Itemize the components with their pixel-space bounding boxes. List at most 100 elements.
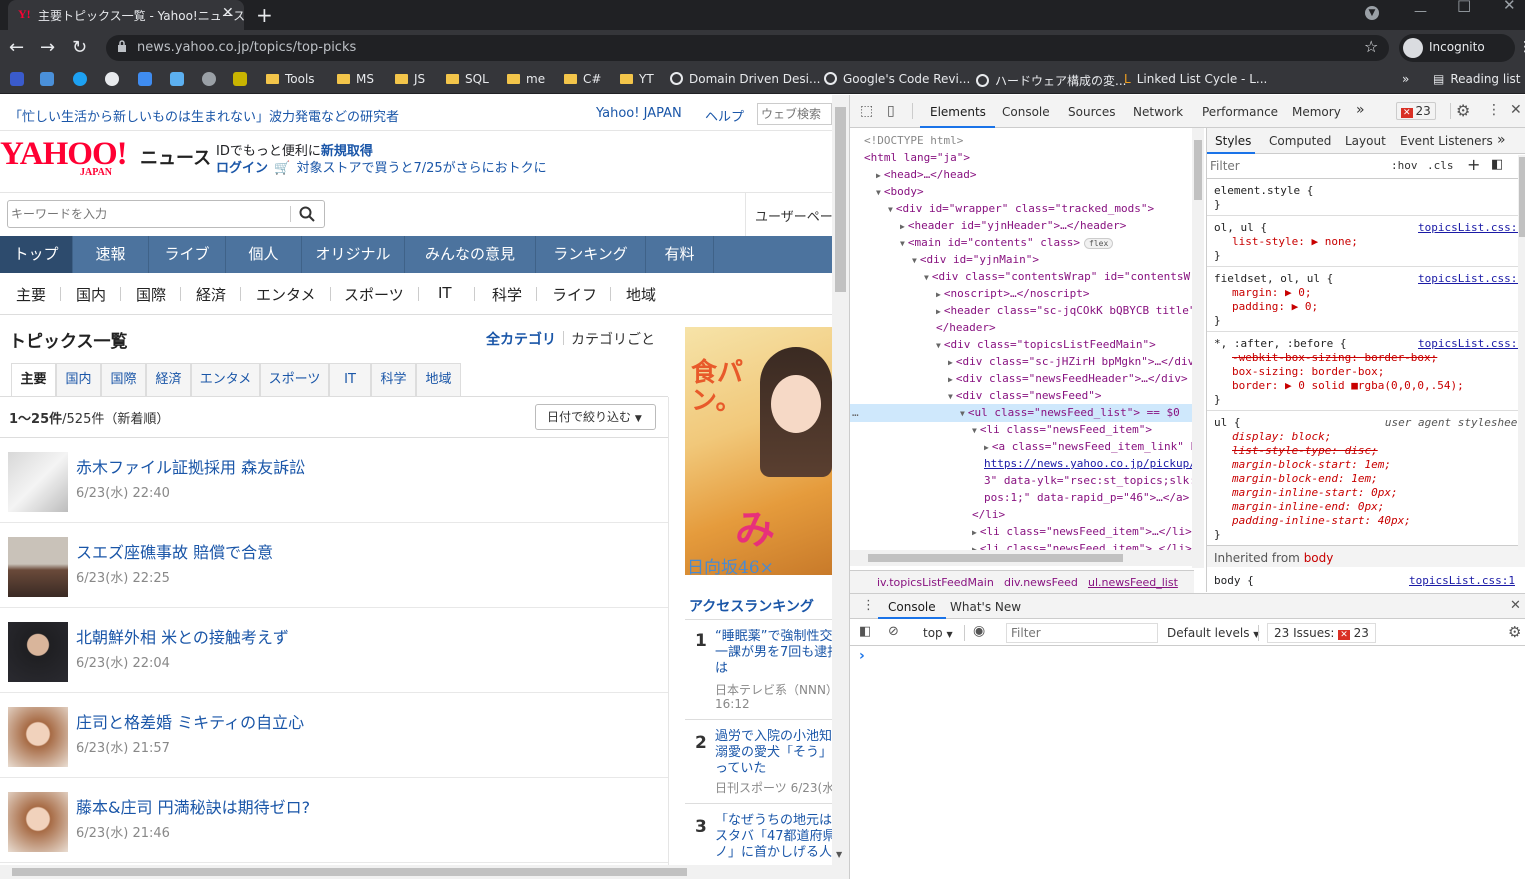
topic-item[interactable]: 藤本&庄司 円満秘訣は期待ゼロ? 6/23(水) 21:46 [0, 778, 668, 863]
bookmark-leetcode[interactable]: ᒪ Linked List Cycle - L... [1124, 72, 1267, 86]
dom-node-row-selected[interactable]: ▼ <ul class="newsFeed_list"> == $0 [850, 404, 1194, 422]
minimize-icon[interactable]: — [1414, 4, 1427, 19]
more-bookmarks-button[interactable]: » [1402, 72, 1409, 86]
dom-node-row[interactable]: ▶ <noscript>…</noscript> [936, 285, 1090, 303]
reload-icon[interactable]: ↻ [72, 37, 87, 58]
reading-list-button[interactable]: ▤ Reading list [1433, 72, 1521, 86]
style-rule[interactable]: ol, ul {topicsList.css:1 list-style: ▶ no… [1214, 221, 1524, 263]
add-rule-icon[interactable]: + [1467, 155, 1480, 174]
nav-individual[interactable]: 個人 [226, 236, 302, 273]
console-prompt[interactable]: › [859, 648, 865, 664]
dom-node-row[interactable]: ▶ <head>…</head> [876, 166, 977, 184]
translate-icon[interactable] [40, 72, 54, 86]
clear-console-icon[interactable]: ⊘ [888, 624, 899, 639]
elements-hscrollbar[interactable] [850, 550, 1192, 566]
style-rule[interactable]: fieldset, ol, ul {topicsList.css:1 margin… [1214, 272, 1524, 328]
cat-region[interactable]: 地域 [626, 284, 656, 305]
yahoo-japan-link[interactable]: Yahoo! JAPAN [596, 106, 682, 121]
css-property[interactable]: list-style-type: disc; [1214, 444, 1524, 458]
style-rule[interactable]: ul {user agent stylesheet display: block;… [1214, 416, 1524, 542]
topic-item[interactable]: 庄司と格差婚 ミキティの自立心 6/23(水) 21:57 [0, 693, 668, 778]
bookmark-folder-csharp[interactable]: C# [564, 72, 601, 86]
dom-node-row[interactable]: ▼ <div id="yjnMain"> [912, 251, 1039, 269]
cat-sports[interactable]: スポーツ [344, 284, 404, 305]
bookmark-folder-js[interactable]: JS [395, 72, 425, 86]
more-options-icon[interactable]: ⋮ [1487, 102, 1501, 118]
css-property[interactable]: margin: ▶ 0; [1214, 286, 1524, 300]
cat-domestic[interactable]: 国内 [76, 284, 106, 305]
keyword-search-input[interactable] [11, 204, 286, 224]
store-promo-link[interactable]: 対象ストアで買うと7/25がさらにおトクに [296, 161, 546, 176]
tab-performance[interactable]: Performance [1202, 105, 1278, 119]
advertisement-banner[interactable]: 食パン。 み 日向坂46× [685, 327, 832, 575]
styles-scrollbar[interactable] [1518, 155, 1525, 550]
breadcrumb-item-active[interactable]: ul.newsFeed_list [1088, 576, 1178, 589]
maximize-icon[interactable]: □ [1457, 0, 1471, 14]
dom-node-row[interactable]: ▶ <div class="newsFeedHeader">…</div> [948, 370, 1188, 388]
dom-node-row[interactable]: ▼ <body> [876, 183, 924, 201]
live-expression-eye-icon[interactable]: ◉ [973, 623, 985, 639]
css-property[interactable]: margin-block-start: 1em; [1214, 458, 1524, 472]
dom-node-row[interactable]: pos:1;" data-rapid_p="46">…</a> [984, 489, 1189, 506]
tab-search-icon[interactable]: ▼ [1365, 6, 1379, 20]
close-window-icon[interactable]: ✕ [1503, 0, 1516, 14]
rule-source-link[interactable]: topicsList.css:1 [1418, 272, 1524, 286]
dom-node-row[interactable]: ▼ <li class="newsFeed_item"> [972, 421, 1152, 439]
dom-node-row[interactable]: ▶<li class="newsFeed_item">…</li> [972, 523, 1192, 541]
dom-node-row[interactable]: <html lang="ja"> [864, 149, 970, 166]
more-tabs-button[interactable]: » [1497, 132, 1506, 148]
scroll-thumb[interactable] [1519, 157, 1525, 237]
console-filter-input[interactable] [1006, 623, 1158, 643]
flex-badge[interactable]: flex [1084, 238, 1114, 249]
node-actions-icon[interactable]: … [852, 404, 859, 421]
expand-down-icon[interactable]: ▼ [912, 256, 917, 265]
console-settings-icon[interactable]: ⚙ [1508, 623, 1521, 641]
rule-source-link[interactable]: topicsList.css:1 [1418, 221, 1524, 235]
yahoo-news-logo[interactable]: YAHOO! JAPAN ニュース [0, 138, 211, 179]
css-property[interactable]: box-sizing: border-box; [1214, 365, 1524, 379]
dom-node-row[interactable]: <!DOCTYPE html> [864, 132, 963, 149]
css-property[interactable]: padding: ▶ 0; [1214, 300, 1524, 314]
topic-item[interactable]: スエズ座礁事故 賠償で合意 6/23(水) 22:25 [0, 523, 668, 608]
expand-right-icon[interactable]: ▶ [984, 443, 989, 452]
bookmark-app-icon[interactable] [138, 72, 152, 86]
nav-ranking[interactable]: ランキング [536, 236, 646, 273]
nav-breaking[interactable]: 速報 [73, 236, 149, 273]
tab-computed[interactable]: Computed [1269, 134, 1331, 148]
all-categories-link[interactable]: 全カテゴリ [486, 329, 556, 349]
dom-node-row[interactable]: ▼ <main id="contents" class> flex [900, 234, 1114, 252]
nav-paid[interactable]: 有料 [646, 236, 714, 273]
expand-down-icon[interactable]: ▼ [876, 188, 881, 197]
expand-down-icon[interactable]: ▼ [924, 273, 929, 282]
expand-right-icon[interactable]: ▶ [936, 290, 941, 299]
expand-down-icon[interactable]: ▼ [960, 409, 965, 418]
tab-console[interactable]: Console [1002, 105, 1050, 119]
forward-icon[interactable]: → [40, 37, 55, 58]
nav-top[interactable]: トップ [0, 236, 73, 273]
dom-node-row[interactable]: ▶ <a class="newsFeed_item_link" hr [984, 438, 1194, 456]
css-property[interactable]: border: ▶ 0 solid ■rgba(0,0,0,.54); [1214, 379, 1524, 393]
tab-world[interactable]: 国際 [101, 363, 146, 397]
login-link[interactable]: ログイン [216, 161, 268, 176]
expand-down-icon[interactable]: ▼ [948, 392, 953, 401]
tab-economy[interactable]: 経済 [146, 363, 191, 397]
dom-node-row[interactable]: ▶ <header class="sc-jqCOkK bQBYCB title"> [936, 302, 1194, 320]
css-property[interactable]: list-style: ▶ none; [1214, 235, 1524, 249]
expand-right-icon[interactable]: ▶ [948, 358, 953, 367]
github-icon[interactable] [105, 72, 119, 86]
style-rule[interactable]: element.style {} [1214, 184, 1524, 212]
address-bar[interactable]: news.yahoo.co.jp/topics/top-picks ☆ [106, 35, 1389, 61]
bookmark-folder-ms[interactable]: MS [337, 72, 374, 86]
inherited-from-link[interactable]: body [1304, 551, 1334, 565]
dom-node-row[interactable]: </li> [972, 506, 1005, 523]
tab-domestic[interactable]: 国内 [56, 363, 101, 397]
hover-state-toggle[interactable]: :hov [1391, 159, 1418, 172]
tab-event-listeners[interactable]: Event Listeners [1400, 134, 1493, 148]
dom-node-row[interactable]: ▶ <header id="yjnHeader">…</header> [900, 217, 1126, 235]
page-vertical-scrollbar[interactable]: ▼ [832, 95, 849, 865]
dom-node-row[interactable]: ▼ <div class="topicsListFeedMain"> [936, 336, 1156, 354]
drawer-menu-icon[interactable]: ⋮ [862, 598, 875, 613]
drawer-tab-whats-new[interactable]: What's New [950, 600, 1021, 614]
bookmark-folder-me[interactable]: me [507, 72, 545, 86]
topic-item[interactable]: 北朝鮮外相 米との接触考えず 6/23(水) 22:04 [0, 608, 668, 693]
